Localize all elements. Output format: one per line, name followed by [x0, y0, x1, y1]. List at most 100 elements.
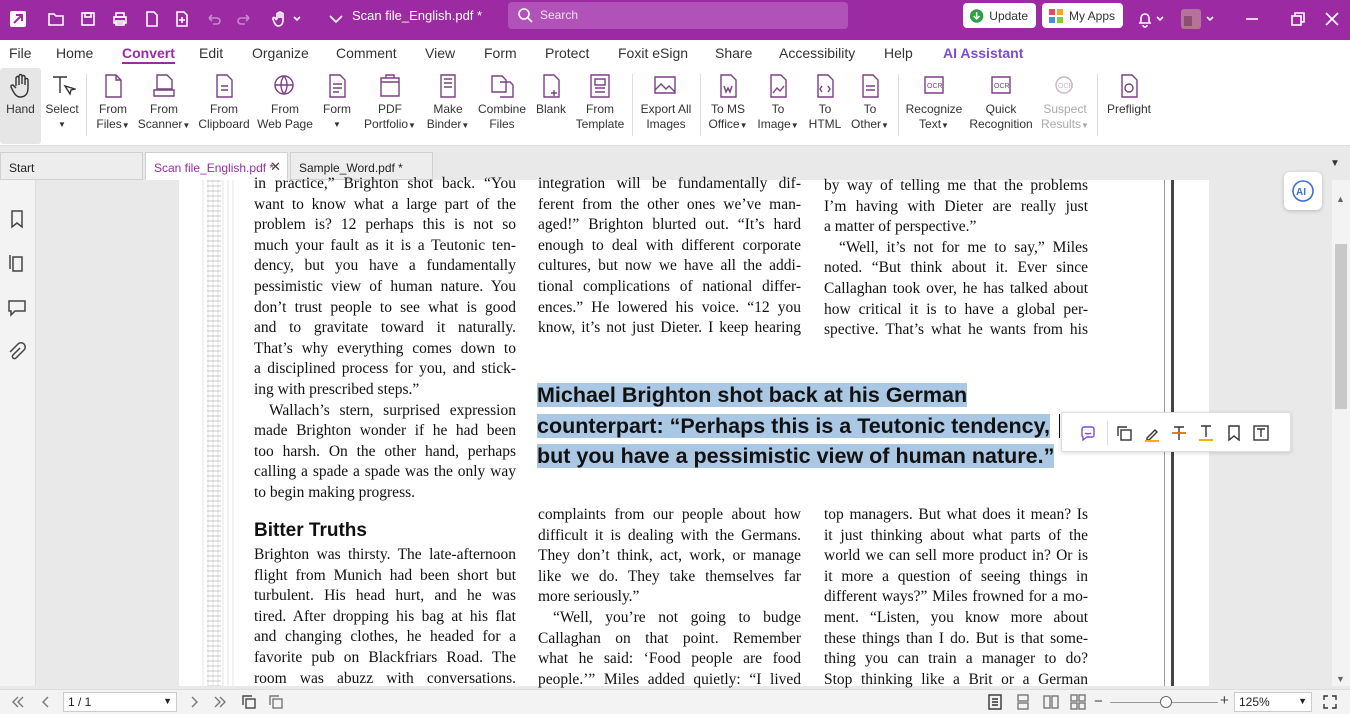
text-line: turbulent. His head hurt, and he was: [254, 587, 516, 605]
restore-icon[interactable]: [1286, 7, 1310, 31]
menu-accessibility[interactable]: Accessibility: [779, 45, 855, 61]
suspect-results-button[interactable]: OCR Suspect Results▼: [1038, 68, 1092, 144]
tab-list-chevron-icon[interactable]: ▼: [1330, 158, 1340, 169]
create-pdf-icon[interactable]: [170, 7, 194, 31]
from-clipboard-button[interactable]: From Clipboard: [196, 68, 252, 144]
ai-assistant-icon[interactable]: [1079, 424, 1097, 442]
next-page-icon[interactable]: [186, 694, 202, 710]
tab-start[interactable]: Start: [0, 152, 143, 180]
select-tool-button[interactable]: Select ▼: [44, 68, 80, 144]
export-all-images-button[interactable]: Export All Images: [638, 68, 694, 144]
facing-view-icon[interactable]: [1042, 693, 1060, 711]
menu-home[interactable]: Home: [56, 45, 93, 61]
bookmark-icon[interactable]: [6, 208, 28, 230]
bell-dropdown-icon[interactable]: [1153, 7, 1167, 31]
from-scanner-button[interactable]: From Scanner▼: [137, 68, 191, 144]
close-window-icon[interactable]: [1320, 7, 1344, 31]
redo-icon[interactable]: [232, 7, 256, 31]
menu-protect[interactable]: Protect: [545, 45, 589, 61]
close-tab-icon[interactable]: ✕: [270, 159, 281, 175]
make-binder-button[interactable]: Make Binder▼: [426, 68, 470, 144]
combine-files-icon: [491, 75, 514, 98]
first-page-icon[interactable]: [10, 694, 26, 710]
pages-icon[interactable]: [6, 252, 28, 274]
menu-file[interactable]: File: [9, 45, 32, 61]
menu-form[interactable]: Form: [484, 45, 517, 61]
text-line: more seriously.”: [538, 588, 640, 606]
strikeout-icon[interactable]: [1170, 424, 1188, 442]
avatar[interactable]: [1179, 7, 1203, 31]
zoom-out-button[interactable]: −: [1094, 693, 1103, 710]
app-logo-icon[interactable]: [6, 7, 30, 31]
previous-page-icon[interactable]: [38, 694, 54, 710]
menu-share[interactable]: Share: [715, 45, 752, 61]
pull-quote-selected[interactable]: Michael Brighton shot back at his German…: [537, 380, 1055, 472]
fullscreen-icon[interactable]: [1322, 694, 1338, 710]
scroll-up-icon[interactable]: ▲: [1336, 194, 1345, 204]
to-ms-office-button[interactable]: To MS Office▼: [705, 68, 751, 144]
to-html-button[interactable]: To HTML: [806, 68, 844, 144]
hand-tool-button[interactable]: Hand: [0, 68, 41, 144]
dropdown-chevron-icon[interactable]: [290, 7, 304, 31]
highlight-icon[interactable]: [1143, 424, 1161, 442]
open-folder-icon[interactable]: [44, 7, 68, 31]
menu-organize[interactable]: Organize: [252, 45, 309, 61]
form-button[interactable]: Form ▼: [320, 68, 354, 144]
print-icon[interactable]: [108, 7, 132, 31]
bookmark-add-icon[interactable]: [1225, 424, 1243, 442]
vertical-scrollbar[interactable]: ▲ ▼: [1332, 180, 1350, 686]
menu-view[interactable]: View: [425, 45, 455, 61]
pdf-portfolio-button[interactable]: PDF Portfolio▼: [360, 68, 420, 144]
next-view-icon[interactable]: [267, 693, 285, 711]
continuous-view-icon[interactable]: [1014, 693, 1032, 711]
quick-recognition-button[interactable]: OCR Quick Recognition: [968, 68, 1034, 144]
text-line: a matter of perspective.”: [824, 218, 977, 236]
ai-assistant-float-button[interactable]: AI: [1284, 172, 1322, 210]
last-page-icon[interactable]: [212, 694, 228, 710]
from-files-button[interactable]: From Files▼: [92, 68, 134, 144]
from-web-page-button[interactable]: From Web Page: [256, 68, 314, 144]
account-dropdown-icon[interactable]: [1203, 7, 1217, 31]
zoom-in-button[interactable]: +: [1220, 692, 1229, 709]
hand-tool-icon[interactable]: [268, 7, 292, 31]
scroll-down-icon[interactable]: ▼: [1336, 674, 1345, 684]
menu-ai-assistant[interactable]: AI Assistant: [943, 45, 1023, 61]
menu-comment[interactable]: Comment: [336, 45, 397, 61]
zoom-level-field[interactable]: 125% ▼: [1234, 692, 1312, 712]
single-page-view-icon[interactable]: [986, 693, 1004, 711]
menu-foxit-esign[interactable]: Foxit eSign: [618, 45, 688, 61]
combine-files-button[interactable]: Combine Files: [477, 68, 527, 144]
text-line: tional complications of national differ-: [538, 277, 801, 295]
comments-icon[interactable]: [6, 296, 28, 318]
new-document-icon[interactable]: [140, 7, 164, 31]
doc-dropdown-icon[interactable]: [324, 7, 348, 31]
hand-icon: [9, 73, 29, 98]
text-box-icon[interactable]: [1252, 424, 1270, 442]
text-line: and to gravitate toward it naturally.: [254, 319, 516, 337]
menu-edit[interactable]: Edit: [199, 45, 223, 61]
recognize-text-button[interactable]: OCR Recognize Text▼: [904, 68, 964, 144]
update-button[interactable]: Update: [963, 3, 1036, 28]
copy-icon[interactable]: [1115, 424, 1133, 442]
previous-view-icon[interactable]: [240, 693, 258, 711]
to-image-button[interactable]: To Image▼: [755, 68, 801, 144]
page-number-field[interactable]: 1 / 1 ▼: [63, 692, 177, 712]
menu-help[interactable]: Help: [884, 45, 913, 61]
blank-button[interactable]: Blank: [533, 68, 569, 144]
from-template-button[interactable]: From Template: [575, 68, 625, 144]
text-line: complaints from our people about how: [538, 506, 801, 523]
attachment-icon[interactable]: [6, 342, 28, 364]
to-other-button[interactable]: To Other▼: [848, 68, 892, 144]
scrollbar-thumb[interactable]: [1335, 244, 1347, 409]
undo-icon[interactable]: [202, 7, 226, 31]
text-line: Wallach’s stern, surprised expression: [269, 401, 516, 419]
continuous-facing-view-icon[interactable]: [1069, 693, 1087, 711]
minimize-icon[interactable]: [1240, 7, 1264, 31]
save-icon[interactable]: [76, 7, 100, 31]
search-input[interactable]: Search: [508, 2, 848, 29]
zoom-slider-handle[interactable]: [1160, 696, 1172, 708]
menu-convert[interactable]: Convert: [122, 45, 175, 64]
underline-icon[interactable]: [1197, 424, 1215, 442]
preflight-button[interactable]: Preflight: [1102, 68, 1156, 144]
my-apps-button[interactable]: My Apps: [1042, 3, 1123, 28]
